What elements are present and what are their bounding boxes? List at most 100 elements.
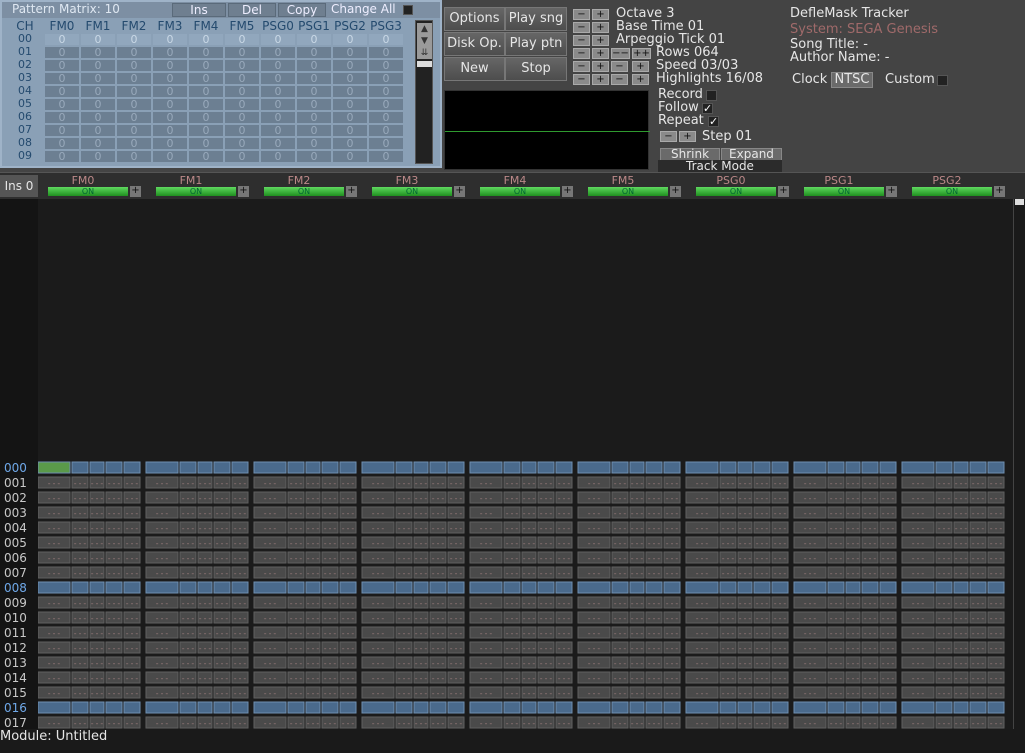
matrix-scrollbar[interactable]: ▲ ▼ ⇊ — [415, 20, 433, 164]
scroll-down-icon[interactable]: ▼ — [417, 35, 432, 47]
rows-plus-button[interactable]: + — [592, 48, 609, 59]
channel-expand-icon[interactable]: + — [238, 186, 249, 197]
matrix-cell[interactable]: 0 — [333, 73, 367, 84]
pattern-cell[interactable] — [89, 581, 105, 594]
pattern-cell[interactable] — [105, 461, 123, 474]
pattern-cell[interactable] — [611, 461, 629, 474]
pattern-cell[interactable] — [737, 461, 753, 474]
matrix-copy-button[interactable]: Copy — [278, 3, 326, 17]
pattern-cell[interactable] — [969, 701, 987, 714]
pattern-cell[interactable] — [361, 581, 395, 594]
pattern-cell[interactable] — [253, 581, 287, 594]
matrix-cell[interactable]: 0 — [153, 47, 187, 58]
matrix-cell[interactable]: 0 — [189, 138, 223, 149]
matrix-cell[interactable]: 0 — [225, 112, 259, 123]
pattern-cell[interactable] — [179, 581, 197, 594]
matrix-cell[interactable]: 0 — [117, 60, 151, 71]
matrix-cell[interactable]: 0 — [81, 99, 115, 110]
pattern-cell[interactable] — [305, 701, 321, 714]
pattern-cell[interactable] — [521, 461, 537, 474]
pattern-cell[interactable] — [753, 701, 771, 714]
pattern-cell[interactable] — [287, 701, 305, 714]
matrix-row[interactable]: 06 0 0 0 0 0 0 0 0 0 0 — [6, 111, 406, 124]
pattern-cell[interactable] — [123, 461, 141, 474]
pattern-cell[interactable] — [771, 701, 789, 714]
matrix-cell[interactable]: 0 — [117, 99, 151, 110]
matrix-scroll-thumb[interactable] — [417, 61, 432, 67]
pattern-cell[interactable] — [361, 461, 395, 474]
channel-on-toggle[interactable]: ON — [372, 187, 452, 196]
pattern-cell[interactable] — [861, 581, 879, 594]
pattern-cell[interactable] — [231, 461, 249, 474]
pattern-cell[interactable] — [953, 461, 969, 474]
play-pattern-button[interactable]: Play ptn — [505, 32, 567, 56]
matrix-cell[interactable]: 0 — [45, 86, 79, 97]
pattern-cell[interactable] — [521, 701, 537, 714]
matrix-cell[interactable]: 0 — [189, 60, 223, 71]
matrix-cell[interactable]: 0 — [45, 47, 79, 58]
matrix-cell[interactable]: 0 — [333, 138, 367, 149]
pattern-cell[interactable] — [179, 461, 197, 474]
pattern-cell[interactable] — [987, 461, 1005, 474]
octave-plus-button[interactable]: + — [592, 9, 609, 20]
matrix-cell[interactable]: 0 — [189, 125, 223, 136]
matrix-cell[interactable]: 0 — [261, 73, 295, 84]
matrix-cell[interactable]: 0 — [45, 34, 79, 45]
pattern-cell[interactable] — [793, 461, 827, 474]
channel-expand-icon[interactable]: + — [562, 186, 573, 197]
custom-clock-checkbox[interactable] — [937, 75, 948, 86]
pattern-cell[interactable] — [719, 701, 737, 714]
pattern-cell[interactable] — [685, 581, 719, 594]
matrix-cell[interactable]: 0 — [261, 125, 295, 136]
matrix-cell[interactable]: 0 — [81, 151, 115, 162]
channel-expand-icon[interactable]: + — [130, 186, 141, 197]
matrix-cell[interactable]: 0 — [225, 86, 259, 97]
pattern-cell[interactable] — [179, 701, 197, 714]
pattern-cell[interactable] — [845, 461, 861, 474]
pattern-cell[interactable] — [753, 581, 771, 594]
matrix-cell[interactable]: 0 — [45, 60, 79, 71]
arpeggio-minus-button[interactable]: − — [573, 35, 590, 46]
matrix-cell[interactable]: 0 — [153, 99, 187, 110]
pattern-cell[interactable] — [105, 701, 123, 714]
play-song-button[interactable]: Play sng — [505, 7, 567, 31]
pattern-cell[interactable] — [503, 581, 521, 594]
pattern-cell[interactable] — [685, 701, 719, 714]
matrix-cell[interactable]: 0 — [81, 125, 115, 136]
pattern-cell[interactable] — [611, 701, 629, 714]
matrix-cell[interactable]: 0 — [297, 112, 331, 123]
channel-on-toggle[interactable]: ON — [156, 187, 236, 196]
matrix-cell[interactable]: 0 — [297, 73, 331, 84]
matrix-cell[interactable]: 0 — [189, 34, 223, 45]
pattern-cell[interactable] — [395, 701, 413, 714]
channel-expand-icon[interactable]: + — [886, 186, 897, 197]
pattern-cell[interactable] — [395, 461, 413, 474]
matrix-cell[interactable]: 0 — [45, 125, 79, 136]
pattern-cell[interactable] — [429, 701, 447, 714]
channel-expand-icon[interactable]: + — [670, 186, 681, 197]
pattern-cell[interactable] — [987, 581, 1005, 594]
pattern-cell[interactable] — [663, 581, 681, 594]
matrix-cell[interactable]: 0 — [225, 60, 259, 71]
matrix-row[interactable]: 03 0 0 0 0 0 0 0 0 0 0 — [6, 72, 406, 85]
matrix-cell[interactable]: 0 — [261, 112, 295, 123]
pattern-cell[interactable] — [213, 581, 231, 594]
pattern-cell[interactable] — [753, 461, 771, 474]
pattern-cell[interactable] — [123, 581, 141, 594]
matrix-row[interactable]: 08 0 0 0 0 0 0 0 0 0 0 — [6, 137, 406, 150]
pattern-cell[interactable] — [555, 701, 573, 714]
pattern-cell[interactable] — [645, 701, 663, 714]
matrix-cell[interactable]: 0 — [261, 60, 295, 71]
channel-on-toggle[interactable]: ON — [912, 187, 992, 196]
matrix-cell[interactable]: 0 — [333, 151, 367, 162]
matrix-cell[interactable]: 0 — [153, 112, 187, 123]
matrix-cell[interactable]: 0 — [45, 73, 79, 84]
channel-on-toggle[interactable]: ON — [264, 187, 344, 196]
pattern-scrollbar[interactable] — [1013, 199, 1025, 739]
matrix-cell[interactable]: 0 — [117, 47, 151, 58]
matrix-cell[interactable]: 0 — [153, 60, 187, 71]
pattern-cell[interactable] — [413, 581, 429, 594]
pattern-cell[interactable] — [447, 461, 465, 474]
matrix-cell[interactable]: 0 — [81, 112, 115, 123]
channel-expand-icon[interactable]: + — [994, 186, 1005, 197]
